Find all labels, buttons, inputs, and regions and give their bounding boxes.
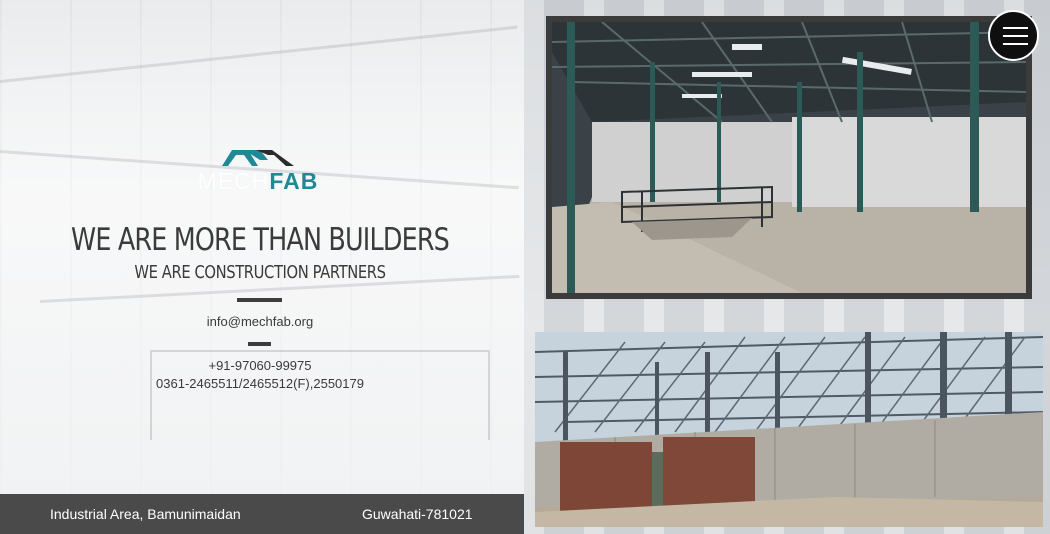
divider-long — [237, 298, 282, 302]
roof-logo-icon — [222, 150, 294, 166]
mechfab-logo[interactable]: MECHFAB — [188, 146, 328, 196]
address-footer: Industrial Area, Bamunimaidan Guwahati-7… — [0, 494, 524, 534]
hero-headline: WE ARE MORE THAN BUILDERS — [71, 222, 450, 258]
divider-short — [248, 342, 271, 346]
contact-mobile[interactable]: +91-97060-99975 — [0, 358, 520, 373]
contact-landline[interactable]: 0361-2465511/2465512(F),2550179 — [0, 376, 520, 391]
contact-email[interactable]: info@mechfab.org — [0, 314, 520, 329]
hero-subheadline: WE ARE CONSTRUCTION PARTNERS — [134, 262, 386, 283]
footer-address: Industrial Area, Bamunimaidan — [50, 506, 241, 522]
logo-word-mech: MECH — [197, 168, 270, 194]
footer-city: Guwahati-781021 — [362, 506, 473, 522]
logo-word-fab: FAB — [269, 168, 319, 194]
left-hero-panel: MECHFAB WE ARE MORE THAN BUILDERS WE ARE… — [0, 0, 524, 534]
logo-wordmark: MECHFAB — [188, 168, 328, 195]
menu-line-bottom — [1003, 43, 1028, 45]
steel-frame-construction-photo — [535, 332, 1043, 527]
menu-line-middle — [1003, 35, 1028, 37]
menu-line-top — [1003, 27, 1028, 29]
warehouse-interior-photo — [546, 16, 1032, 299]
hamburger-menu-button[interactable] — [988, 10, 1039, 61]
